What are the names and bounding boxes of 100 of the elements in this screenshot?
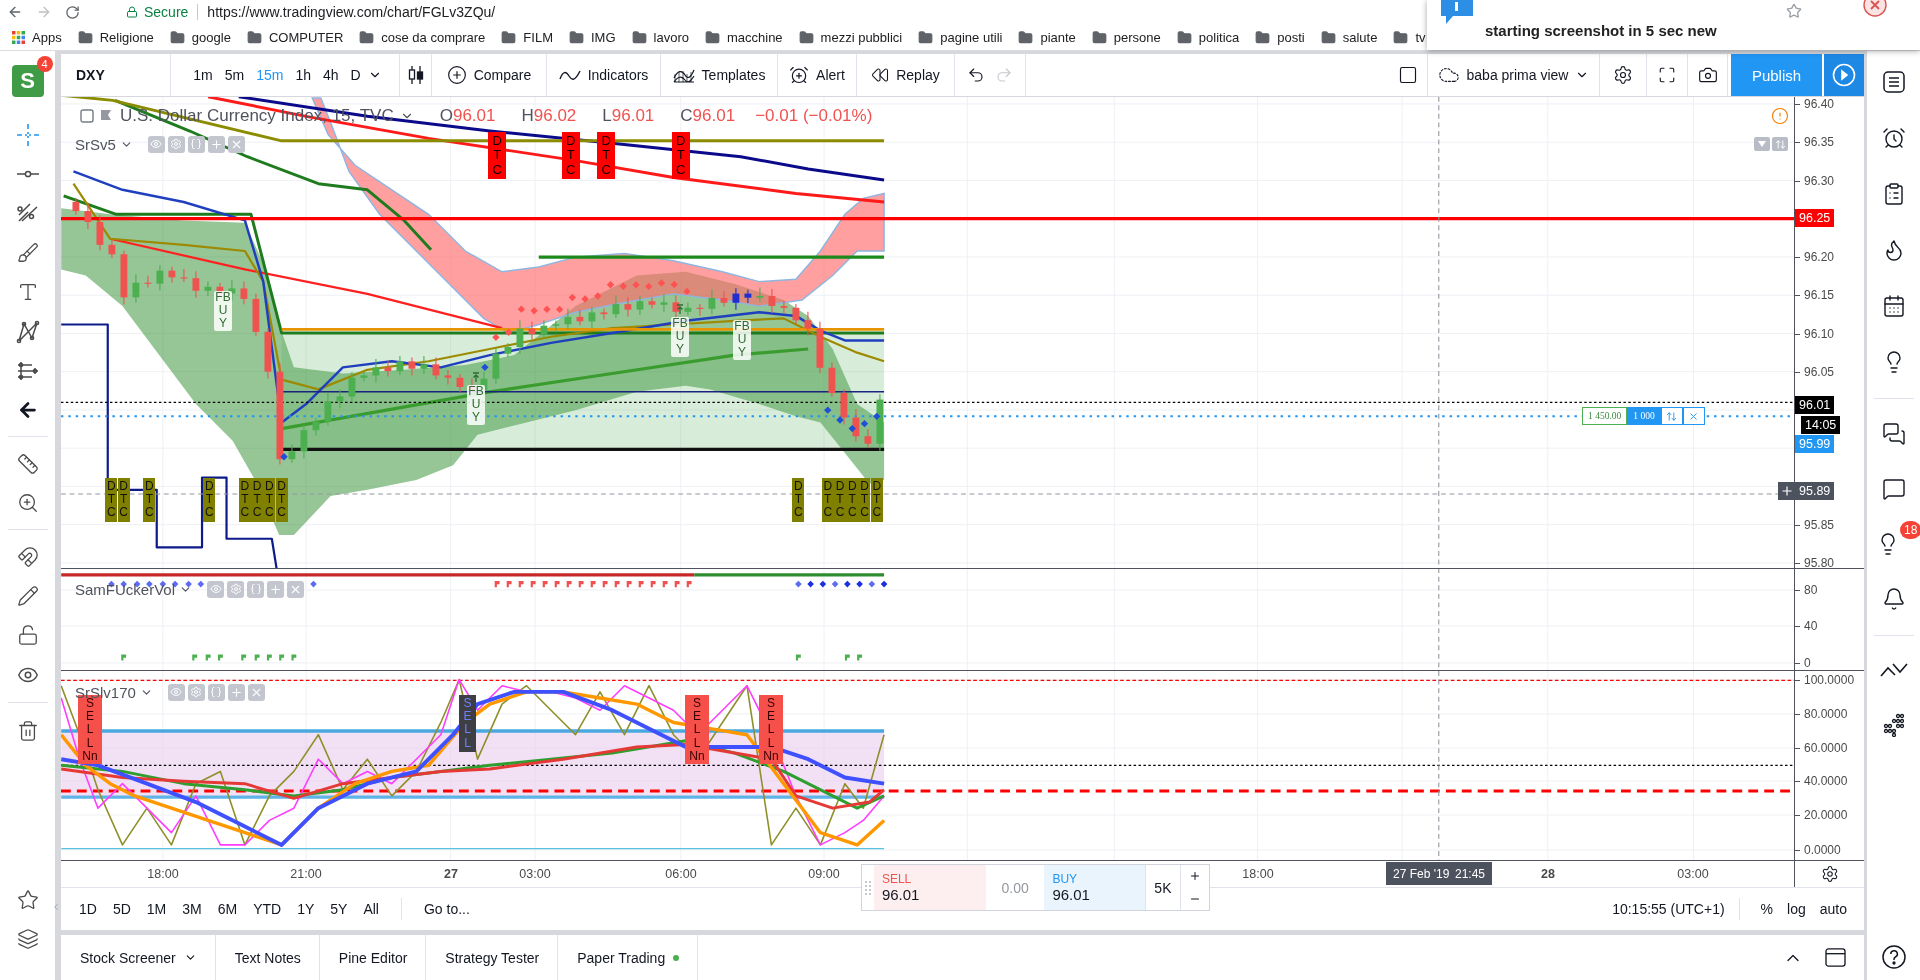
signal-flag: DTC xyxy=(834,478,846,522)
candlestick xyxy=(360,371,368,383)
close-icon[interactable] xyxy=(1863,0,1887,17)
symbol-search[interactable]: DXY xyxy=(61,54,171,96)
range-button[interactable]: YTD xyxy=(245,894,290,924)
pattern-icon[interactable] xyxy=(15,319,40,344)
scale-mode-button[interactable]: log xyxy=(1780,894,1813,924)
scale-label: 0.0000 xyxy=(1795,843,1841,857)
bookmark-item[interactable]: piante xyxy=(1018,29,1076,45)
interval-button[interactable]: 4h xyxy=(318,60,344,90)
reload-icon[interactable] xyxy=(65,4,80,20)
scale-mode-button[interactable]: auto xyxy=(1812,894,1854,924)
fullscreen-icon[interactable] xyxy=(1658,66,1676,84)
bookmark-item[interactable]: politica xyxy=(1176,29,1240,45)
up-down-arrows-icon[interactable] xyxy=(1666,410,1678,422)
bookmark-item[interactable]: pagine utili xyxy=(918,29,1003,45)
bookmark-item[interactable]: Apps xyxy=(12,29,62,45)
chat-bubble-icon[interactable] xyxy=(1881,476,1906,501)
chat-bubbles-icon[interactable] xyxy=(1881,421,1906,446)
bookmark-item[interactable]: Religione xyxy=(77,29,154,45)
range-button[interactable]: 6M xyxy=(209,894,246,924)
candlestick xyxy=(108,238,116,259)
settings-icon[interactable] xyxy=(1820,865,1839,883)
candlestick xyxy=(240,281,248,305)
ruler-icon[interactable] xyxy=(16,452,39,475)
interval-button[interactable]: 1h xyxy=(290,60,316,90)
interval-button[interactable]: 5m xyxy=(219,60,250,90)
brush-icon[interactable] xyxy=(16,241,39,264)
zigzag-chevrons-icon[interactable] xyxy=(1879,661,1908,677)
undo-icon[interactable] xyxy=(967,66,985,84)
window-icon[interactable] xyxy=(1825,948,1846,967)
bell-icon[interactable] xyxy=(1881,586,1906,611)
plus-icon[interactable] xyxy=(1189,870,1202,883)
bookmark-item[interactable]: mezzi pubblici xyxy=(798,29,903,45)
diamond-marker-icon xyxy=(197,580,205,588)
candlestick xyxy=(840,388,848,425)
position-price[interactable]: 1 450.00 xyxy=(1582,407,1628,425)
diamond-marker-icon xyxy=(606,281,615,289)
help-icon[interactable] xyxy=(1881,945,1906,969)
play-button[interactable] xyxy=(1824,54,1864,96)
bookmark-item[interactable]: macchine xyxy=(704,29,783,45)
bookmark-item[interactable]: posti xyxy=(1255,29,1305,45)
calendar-icon[interactable] xyxy=(1881,294,1906,318)
bookmark-item[interactable]: IMG xyxy=(568,29,616,45)
unlock-icon[interactable] xyxy=(16,624,39,647)
layers-icon[interactable] xyxy=(16,928,39,951)
list-icon[interactable] xyxy=(1881,70,1906,94)
folder-icon xyxy=(798,29,814,45)
dot-grid-icon[interactable] xyxy=(1881,713,1906,737)
buy-button[interactable]: BUY 96.01 xyxy=(1044,865,1145,910)
bookmark-item[interactable]: google xyxy=(169,29,231,45)
bookmark-item[interactable]: cose da comprare xyxy=(359,29,486,45)
plus-icon[interactable] xyxy=(1779,484,1794,498)
settings-icon[interactable] xyxy=(1613,65,1633,85)
pencil-icon[interactable] xyxy=(16,585,39,607)
quantity-field[interactable]: 5K xyxy=(1144,865,1181,910)
go-to-button[interactable]: Go to... xyxy=(416,894,478,924)
address-field[interactable]: https://www.tradingview.com/chart/FGLv3ZQu/ xyxy=(207,4,496,20)
diamond-marker-icon xyxy=(185,580,192,588)
study-name[interactable]: SamFUckerVol xyxy=(75,580,176,598)
sell-button[interactable]: SELL 96.01 xyxy=(873,865,986,910)
interval-button[interactable]: 1m xyxy=(188,60,218,90)
bookmark-item[interactable]: persone xyxy=(1091,29,1161,45)
zoom-in-icon[interactable] xyxy=(16,492,39,515)
bookmark-item[interactable]: lavoro xyxy=(631,29,689,45)
range-button[interactable]: All xyxy=(355,894,387,924)
notification-badge: 4 xyxy=(36,56,53,72)
signal-flag: DTC xyxy=(105,478,118,522)
folder-icon xyxy=(169,29,185,45)
flag-icon[interactable] xyxy=(100,109,112,123)
signal-label: SELL xyxy=(86,697,95,750)
folder-icon xyxy=(501,29,517,45)
study-name[interactable]: SrSv5 xyxy=(75,135,116,153)
star-icon[interactable] xyxy=(1786,3,1802,19)
bookmark-item[interactable]: tv xyxy=(1393,29,1426,45)
flag-marker-icon xyxy=(192,654,198,661)
range-button[interactable]: 5D xyxy=(104,894,139,924)
drag-handle-icon[interactable] xyxy=(864,880,871,895)
range-button[interactable]: 5Y xyxy=(322,894,356,924)
app-logo[interactable]: S xyxy=(11,65,44,97)
range-button[interactable]: 1Y xyxy=(289,894,323,924)
warning-icon[interactable] xyxy=(1771,107,1789,125)
magnet-icon[interactable] xyxy=(16,545,39,568)
trash-icon[interactable] xyxy=(16,720,39,743)
braces-icon[interactable] xyxy=(187,135,205,153)
range-button[interactable]: 3M xyxy=(174,894,210,924)
bookmark-item[interactable]: salute xyxy=(1320,29,1378,45)
range-button[interactable]: 1D xyxy=(71,894,105,924)
interval-button[interactable]: D xyxy=(345,60,366,90)
bookmark-item[interactable]: COMPUTER xyxy=(246,29,344,45)
star-icon[interactable] xyxy=(16,888,39,911)
bookmark-item[interactable]: FILM xyxy=(501,29,553,45)
scale-mode-button[interactable]: % xyxy=(1753,894,1781,924)
range-button[interactable]: 1M xyxy=(138,894,175,924)
alarm-clock-icon[interactable] xyxy=(1881,126,1906,150)
play-icon xyxy=(1832,63,1856,87)
camera-icon[interactable] xyxy=(1697,65,1718,85)
square-icon[interactable] xyxy=(1398,65,1418,85)
close-icon[interactable] xyxy=(1688,410,1700,422)
diamond-marker-icon xyxy=(280,453,288,461)
